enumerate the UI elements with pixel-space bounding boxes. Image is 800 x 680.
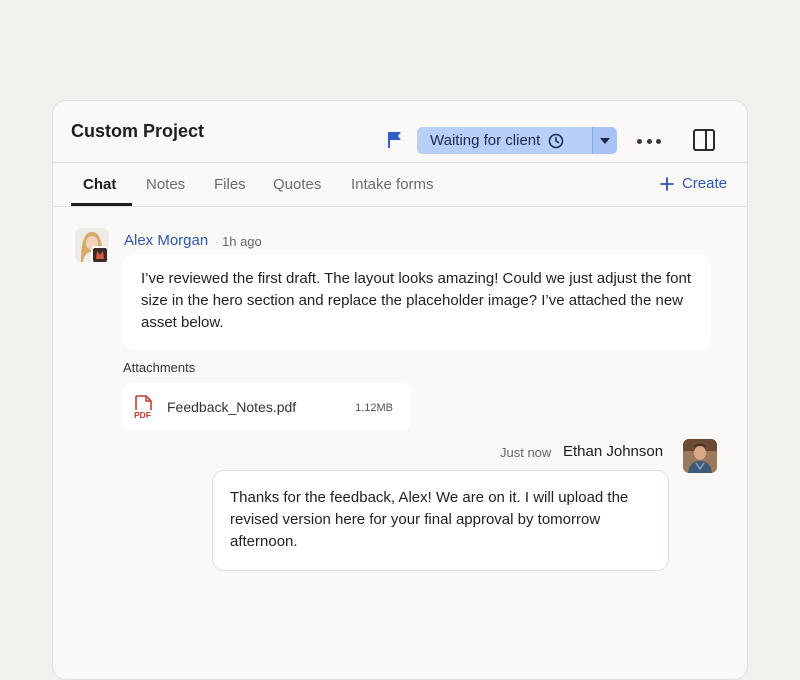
plus-icon (660, 176, 674, 191)
file-name: Feedback_Notes.pdf (167, 399, 297, 415)
clock-icon (549, 133, 564, 148)
status-dropdown[interactable]: Waiting for client (417, 127, 617, 154)
file-size: 1.12MB (355, 402, 393, 414)
ethan-avatar-image (683, 439, 717, 473)
active-tab-indicator (71, 203, 132, 206)
tab-quotes[interactable]: Quotes (273, 176, 321, 193)
status-button[interactable]: Waiting for client (417, 127, 592, 154)
side-panel-icon[interactable] (693, 129, 715, 151)
more-dot (646, 138, 652, 144)
create-label: Create (681, 175, 727, 192)
company-badge-icon (91, 246, 109, 264)
tab-intake-forms[interactable]: Intake forms (351, 176, 434, 193)
message-time: 1h ago (222, 234, 262, 249)
message-bubble: I’ve reviewed the first draft. The layou… (123, 254, 711, 350)
message-time: Just now (500, 445, 552, 460)
tab-notes[interactable]: Notes (146, 176, 185, 193)
pdf-label: PDF (134, 410, 151, 419)
flag-icon[interactable] (387, 131, 403, 149)
message-bubble: Thanks for the feedback, Alex! We are on… (212, 470, 669, 571)
sender-name[interactable]: Alex Morgan (124, 232, 208, 249)
project-header: Custom Project Waiting for client (53, 101, 747, 163)
status-label: Waiting for client (430, 132, 541, 149)
tab-bar: Chat Notes Files Quotes Intake forms Cre… (53, 163, 747, 207)
status-caret-button[interactable] (592, 127, 617, 154)
project-card: Custom Project Waiting for client Chat N… (52, 100, 748, 680)
avatar[interactable] (683, 439, 717, 473)
project-title: Custom Project (71, 121, 205, 141)
sender-name[interactable]: Ethan Johnson (563, 443, 663, 460)
badge-logo (96, 251, 104, 259)
tab-chat[interactable]: Chat (83, 176, 116, 193)
more-dot (637, 138, 642, 144)
more-dot (656, 138, 661, 144)
create-button[interactable]: Create (660, 175, 727, 192)
chevron-down-icon (600, 137, 610, 144)
attachment-file[interactable]: PDF Feedback_Notes.pdf 1.12MB (123, 383, 411, 431)
tab-files[interactable]: Files (214, 176, 246, 193)
attachments-label: Attachments (123, 360, 196, 375)
more-options-button[interactable] (633, 130, 665, 152)
pdf-file-icon: PDF (134, 395, 152, 419)
